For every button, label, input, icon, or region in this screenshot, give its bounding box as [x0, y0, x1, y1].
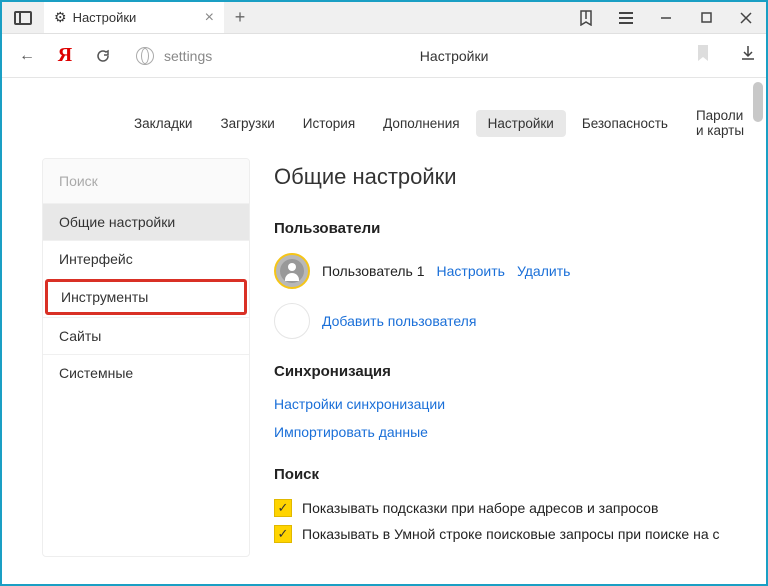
window-titlebar: ⚙ Настройки × + [2, 2, 766, 34]
page-heading: Общие настройки [274, 164, 736, 190]
home-button[interactable]: Я [50, 41, 80, 71]
browser-toolbar: ← Я settings Настройки [2, 34, 766, 78]
new-tab-button[interactable]: + [224, 2, 256, 33]
sidebar-item-sites[interactable]: Сайты [43, 317, 249, 354]
checkbox-suggestions[interactable]: ✓ [274, 499, 292, 517]
tab-settings[interactable]: Настройки [476, 110, 566, 137]
tab-addons[interactable]: Дополнения [371, 110, 471, 137]
menu-button[interactable] [606, 2, 646, 34]
checkbox-label: Показывать подсказки при наборе адресов … [302, 500, 658, 516]
browser-tab[interactable]: ⚙ Настройки × [44, 2, 224, 33]
checkbox-row: ✓ Показывать в Умной строке поисковые за… [274, 525, 736, 543]
hamburger-icon [619, 12, 633, 24]
tab-downloads[interactable]: Загрузки [208, 110, 286, 137]
tab-security[interactable]: Безопасность [570, 110, 680, 137]
reader-icon[interactable] [566, 2, 606, 34]
tab-bookmarks[interactable]: Закладки [122, 110, 204, 137]
import-data-link[interactable]: Импортировать данные [274, 424, 428, 440]
delete-user-link[interactable]: Удалить [517, 263, 570, 279]
settings-content: Общие настройки Пользователи Пользовател… [274, 158, 736, 557]
panel-icon [14, 11, 32, 25]
close-window-button[interactable] [726, 2, 766, 34]
sidebar-item-tools[interactable]: Инструменты [45, 279, 247, 315]
sidebar-search[interactable]: Поиск [43, 159, 249, 203]
user-name: Пользователь 1 [322, 263, 425, 279]
avatar [274, 253, 310, 289]
checkbox-row: ✓ Показывать подсказки при наборе адресо… [274, 499, 736, 517]
sidebar-item-general[interactable]: Общие настройки [43, 203, 249, 240]
bookmark-icon[interactable] [696, 44, 710, 67]
url-text: settings [164, 48, 212, 64]
tab-history[interactable]: История [291, 110, 367, 137]
settings-sidebar: Поиск Общие настройки Интерфейс Инструме… [42, 158, 250, 557]
user-row: Пользователь 1 Настроить Удалить [274, 253, 736, 289]
globe-icon [136, 47, 154, 65]
tab-title: Настройки [73, 10, 199, 25]
minimize-button[interactable] [646, 2, 686, 34]
maximize-button[interactable] [686, 2, 726, 34]
scrollbar-thumb[interactable] [753, 82, 763, 122]
add-user-row: Добавить пользователя [274, 303, 736, 339]
back-button[interactable]: ← [12, 41, 42, 71]
users-heading: Пользователи [274, 220, 736, 237]
avatar-placeholder-icon [274, 303, 310, 339]
sidebar-toggle[interactable] [2, 2, 44, 33]
refresh-button[interactable] [88, 41, 118, 71]
sync-heading: Синхронизация [274, 363, 736, 380]
sync-settings-link[interactable]: Настройки синхронизации [274, 396, 445, 412]
checkbox-smartline[interactable]: ✓ [274, 525, 292, 543]
settings-tabnav: Закладки Загрузки История Дополнения Нас… [2, 78, 766, 158]
sidebar-item-interface[interactable]: Интерфейс [43, 240, 249, 277]
search-heading: Поиск [274, 466, 736, 483]
download-icon[interactable] [740, 45, 756, 66]
sidebar-item-system[interactable]: Системные [43, 354, 249, 391]
add-user-link[interactable]: Добавить пользователя [322, 313, 476, 329]
checkbox-label: Показывать в Умной строке поисковые запр… [302, 526, 720, 542]
page-name: Настройки [420, 48, 489, 64]
configure-user-link[interactable]: Настроить [437, 263, 505, 279]
close-tab-button[interactable]: × [205, 9, 214, 27]
gear-icon: ⚙ [54, 9, 67, 26]
address-bar[interactable]: settings Настройки [126, 40, 720, 72]
